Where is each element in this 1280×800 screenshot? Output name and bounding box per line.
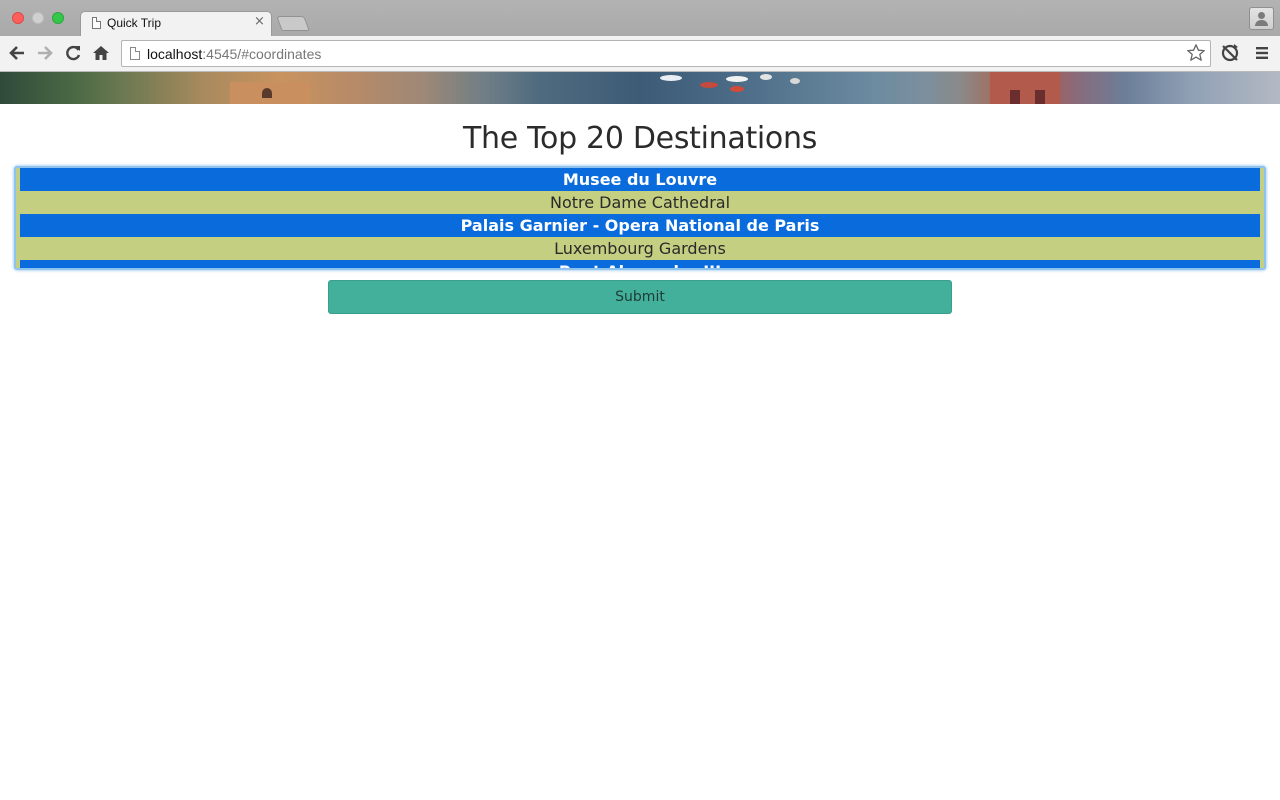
forward-arrow-icon[interactable] [34,42,56,64]
new-tab-button[interactable] [276,16,310,31]
browser-toolbar: localhost:4545/#coordinates [0,36,1280,72]
browser-window: Quick Trip × localhost:4545/#coordinates… [0,0,1280,800]
url-path: :4545/#coordinates [202,46,322,62]
back-arrow-icon[interactable] [6,42,28,64]
page-icon [92,17,101,29]
hero-banner-image [0,72,1280,104]
minimize-window-button[interactable] [32,12,44,24]
tab-close-icon[interactable]: × [254,14,265,29]
tab-title: Quick Trip [107,16,162,30]
option-notre-dame-cathedral[interactable]: Notre Dame Cathedral [20,191,1260,214]
sync-icon[interactable] [1219,42,1241,64]
star-icon[interactable] [1184,41,1208,65]
option-luxembourg-gardens[interactable]: Luxembourg Gardens [20,237,1260,260]
url-host: localhost [147,46,203,62]
option-musee-du-louvre[interactable]: Musee du Louvre [20,168,1260,191]
address-bar[interactable]: localhost:4545/#coordinates [121,40,1211,67]
submit-button[interactable]: Submit [328,280,952,314]
option-pont-alexandre-iii[interactable]: Pont Alexandre III [20,260,1260,268]
tab-strip: Quick Trip × [0,0,1280,36]
close-window-button[interactable] [12,12,24,24]
page-title: The Top 20 Destinations [462,121,818,156]
profile-icon[interactable] [1249,7,1274,30]
page-info-icon[interactable] [130,47,140,60]
url-text[interactable]: localhost:4545/#coordinates [147,46,321,62]
reload-icon[interactable] [62,42,84,64]
destinations-listbox[interactable]: Musee du Louvre Notre Dame Cathedral Pal… [14,166,1266,270]
home-icon[interactable] [90,42,112,64]
option-palais-garnier[interactable]: Palais Garnier - Opera National de Paris [20,214,1260,237]
zoom-window-button[interactable] [52,12,64,24]
destinations-options: Musee du Louvre Notre Dame Cathedral Pal… [20,168,1260,268]
hamburger-menu-icon[interactable] [1251,42,1273,64]
